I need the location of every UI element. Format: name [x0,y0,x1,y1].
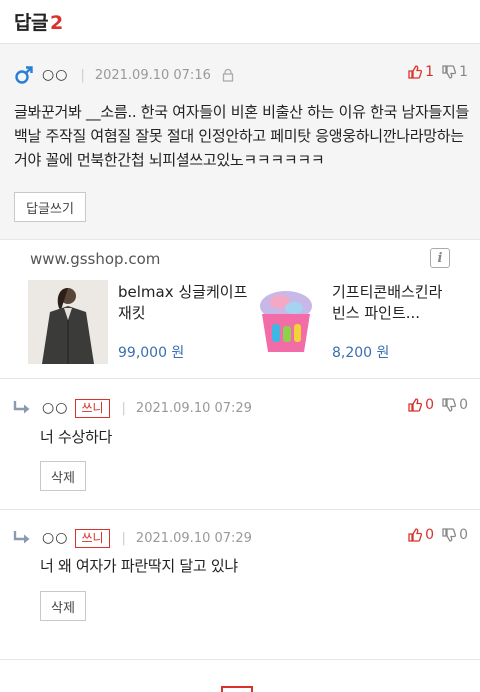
reply-item: ○○ 쓰니 | 2021.09.10 07:29 0 0 너 수상하다 삭제 [0,378,480,510]
reply-votes: 0 0 [400,397,468,413]
reply-meta: ○○ 쓰니 | 2021.09.10 07:29 [12,397,252,419]
reply-arrow-icon [12,400,32,416]
thumbs-down-icon [442,65,457,79]
downvote-count: 0 [459,527,468,543]
thumbs-up-icon [408,65,423,79]
reply-write-button[interactable]: 답글쓰기 [14,192,86,222]
reply-text: 너 수상하다 [40,428,112,446]
meta-separator: | [121,530,126,546]
reply-nickname[interactable]: ○○ [42,400,68,416]
author-badge: 쓰니 [75,398,110,418]
comment-nickname[interactable]: ○○ [42,67,68,83]
male-gender-icon [14,65,34,85]
replies-header: 답글 2 [0,0,480,44]
reply-text: 너 왜 여자가 파란딱지 달고 있냐 [40,557,238,575]
ad-product-price: 99,000 원 [118,345,185,361]
meta-separator: | [80,67,85,83]
thumbs-up-icon [408,398,423,412]
author-badge: 쓰니 [75,528,110,548]
meta-separator: | [121,400,126,416]
ad-product-price: 8,200 원 [332,345,390,361]
main-comment: ○○ | 2021.09.10 07:16 1 1 글봐꾼거봐 __소름.. 한… [0,44,480,240]
main-comment-votes: 1 1 [400,64,468,80]
upvote-button[interactable]: 0 [408,527,434,543]
reply-nickname[interactable]: ○○ [42,530,68,546]
ad-product-name[interactable]: 기프티콘배스킨라빈스 파인트... [332,282,452,324]
replies-title: 답글 2 [14,8,63,35]
thumbs-down-icon [442,398,457,412]
ad-info-icon[interactable]: i [430,248,450,268]
upvote-count: 1 [425,64,435,80]
comment-date: 2021.09.10 07:16 [94,67,211,83]
delete-button[interactable]: 삭제 [40,461,86,491]
reply-item: ○○ 쓰니 | 2021.09.10 07:29 0 0 너 왜 여자가 파란딱… [0,510,480,660]
replies-count: 2 [49,12,63,34]
reply-votes: 0 0 [400,527,468,543]
downvote-button[interactable]: 1 [442,64,468,80]
thumbs-up-icon [408,528,423,542]
reply-meta: ○○ 쓰니 | 2021.09.10 07:29 [12,527,252,549]
ad-product-name[interactable]: belmax 싱글케이프 재킷 [118,282,258,324]
jacket-photo[interactable] [28,280,108,364]
downvote-button[interactable]: 0 [442,527,468,543]
ad-domain[interactable]: www.gsshop.com [30,250,160,268]
upvote-button[interactable]: 1 [408,64,434,80]
comment-text: 글봐꾼거봐 __소름.. 한국 여자들이 비혼 비출산 하는 이유 한국 남자들… [14,103,470,169]
downvote-count: 0 [459,397,468,413]
delete-button[interactable]: 삭제 [40,591,86,621]
ad-block[interactable]: www.gsshop.com i belmax 싱글케이프 재킷 99,000 … [28,242,452,376]
reply-date: 2021.09.10 07:29 [135,400,252,416]
upvote-count: 0 [425,527,435,543]
reply-date: 2021.09.10 07:29 [135,530,252,546]
upvote-count: 0 [425,397,435,413]
lock-icon [221,68,235,82]
thumbs-down-icon [442,528,457,542]
downvote-button[interactable]: 0 [442,397,468,413]
main-comment-meta: ○○ | 2021.09.10 07:16 [14,64,235,86]
upvote-button[interactable]: 0 [408,397,434,413]
replies-title-label: 답글 [14,12,48,34]
reply-arrow-icon [12,530,32,546]
downvote-count: 1 [459,64,468,80]
icecream-cup-photo[interactable] [250,284,322,360]
pagination-indicator[interactable] [221,686,253,692]
